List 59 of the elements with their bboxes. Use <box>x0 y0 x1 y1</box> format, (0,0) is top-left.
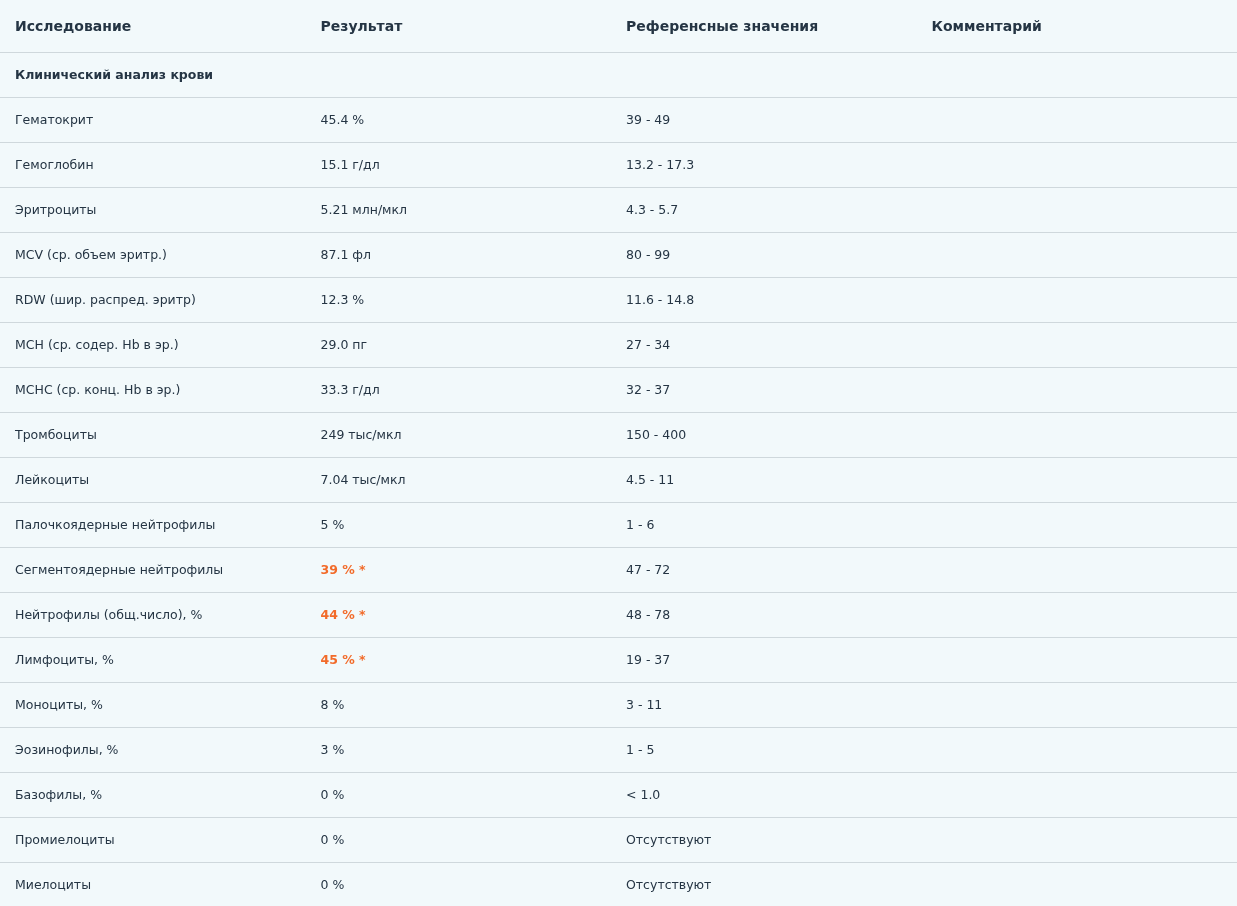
test-name: MCV (ср. объем эритр.) <box>15 245 168 264</box>
test-name: Эозинофилы, % <box>15 740 120 759</box>
test-name: MCH (ср. содер. Hb в эр.) <box>15 335 180 354</box>
reference-range: Отсутствуют <box>626 875 713 894</box>
result-value: 44 % * <box>320 605 367 624</box>
reference-range: 1 - 6 <box>626 515 656 534</box>
reference-range: 11.6 - 14.8 <box>626 290 696 309</box>
test-name: Тромбоциты <box>15 425 98 444</box>
test-name: Миелоциты <box>15 875 93 894</box>
column-header: Референсные значения <box>626 16 820 36</box>
test-name: Эритроциты <box>15 200 98 219</box>
column-header: Комментарий <box>931 16 1043 36</box>
test-name: Нейтрофилы (общ.число), % <box>15 605 204 624</box>
reference-range: 13.2 - 17.3 <box>626 155 696 174</box>
reference-range: < 1.0 <box>626 785 662 804</box>
reference-range: 48 - 78 <box>626 605 672 624</box>
result-value: 0 % <box>320 875 346 894</box>
reference-range: 3 - 11 <box>626 695 664 714</box>
result-value: 0 % <box>320 785 346 804</box>
reference-range: Отсутствуют <box>626 830 713 849</box>
reference-range: 47 - 72 <box>626 560 672 579</box>
test-name: Гематокрит <box>15 110 95 129</box>
result-value: 87.1 фл <box>320 245 372 264</box>
reference-range: 19 - 37 <box>626 650 672 669</box>
test-name: Лимфоциты, % <box>15 650 115 669</box>
result-value: 7.04 тыс/мкл <box>320 470 407 489</box>
result-value: 5.21 млн/мкл <box>320 200 409 219</box>
test-name: Базофилы, % <box>15 785 104 804</box>
column-header: Исследование <box>15 16 133 36</box>
result-value: 3 % <box>320 740 346 759</box>
test-name: Сегментоядерные нейтрофилы <box>15 560 225 579</box>
test-name: Моноциты, % <box>15 695 104 714</box>
result-value: 29.0 пг <box>320 335 369 354</box>
result-value: 33.3 г/дл <box>320 380 381 399</box>
test-name: Палочкоядерные нейтрофилы <box>15 515 217 534</box>
result-value: 8 % <box>320 695 346 714</box>
test-name: Лейкоциты <box>15 470 91 489</box>
test-name: Гемоглобин <box>15 155 95 174</box>
result-value: 5 % <box>320 515 346 534</box>
reference-range: 150 - 400 <box>626 425 688 444</box>
result-value: 249 тыс/мкл <box>320 425 403 444</box>
column-header: Результат <box>320 16 404 36</box>
result-value: 39 % * <box>320 560 367 579</box>
result-value: 45 % * <box>320 650 367 669</box>
reference-range: 1 - 5 <box>626 740 656 759</box>
result-value: 45.4 % <box>320 110 366 129</box>
result-value: 0 % <box>320 830 346 849</box>
result-value: 12.3 % <box>320 290 366 309</box>
result-value: 15.1 г/дл <box>320 155 381 174</box>
test-name: MCHC (ср. конц. Hb в эр.) <box>15 380 182 399</box>
reference-range: 32 - 37 <box>626 380 672 399</box>
reference-range: 39 - 49 <box>626 110 672 129</box>
section-title: Клинический анализ крови <box>15 65 214 84</box>
reference-range: 4.3 - 5.7 <box>626 200 680 219</box>
test-name: Промиелоциты <box>15 830 116 849</box>
reference-range: 4.5 - 11 <box>626 470 676 489</box>
test-name: RDW (шир. распред. эритр) <box>15 290 197 309</box>
reference-range: 27 - 34 <box>626 335 672 354</box>
reference-range: 80 - 99 <box>626 245 672 264</box>
